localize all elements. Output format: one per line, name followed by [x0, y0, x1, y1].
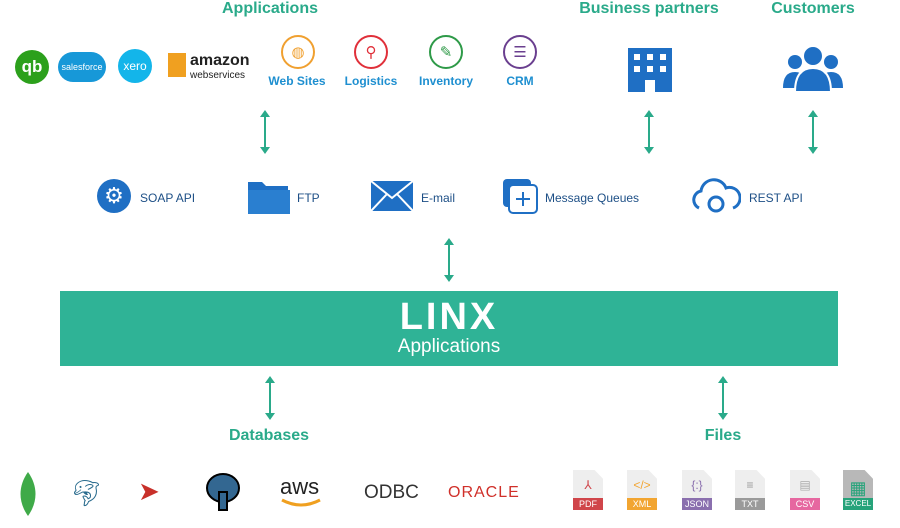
- odbc-logo: ODBC: [364, 482, 419, 503]
- cloud-sync-icon: [692, 178, 741, 213]
- clipboard-edit-icon: ✎: [429, 35, 463, 69]
- aws-logo: aws: [280, 474, 320, 499]
- arrow-applications: [260, 110, 270, 154]
- business-partners-heading: Business partners: [579, 0, 719, 17]
- linx-subtitle: Applications: [397, 336, 501, 357]
- add-message-icon: [503, 179, 538, 214]
- protocol-rest-api: REST API: [749, 191, 803, 205]
- sql-server-icon: ➤: [138, 476, 160, 506]
- postgresql-icon: [206, 473, 240, 511]
- file-label: CSV: [790, 498, 820, 510]
- excel-file-icon: ▦ EXCEL: [843, 470, 873, 510]
- amazon-logo-sub: webservices: [190, 70, 246, 81]
- app-label: Web Sites: [268, 74, 326, 88]
- oracle-logo: ORACLE: [448, 484, 520, 501]
- building-icon: [628, 48, 672, 92]
- arrow-files: [718, 376, 728, 420]
- app-label: CRM: [506, 74, 534, 88]
- location-pin-icon: ⚲: [354, 35, 388, 69]
- protocol-message-queues: Message Queues: [545, 191, 640, 205]
- amazon-boxes-icon: [168, 53, 186, 77]
- app-label: Logistics: [344, 74, 398, 88]
- linx-logo: LINX: [399, 296, 499, 338]
- csv-file-icon: ▤ CSV: [790, 470, 820, 510]
- arrow-business-partners: [644, 110, 654, 154]
- protocol-soap-api: SOAP API: [140, 191, 196, 205]
- file-glyph: </>: [633, 478, 651, 492]
- aws-smile-icon: [281, 498, 321, 507]
- file-label: PDF: [573, 498, 603, 510]
- applications-heading: Applications: [221, 0, 319, 17]
- mongodb-icon: [20, 472, 36, 516]
- protocol-email: E-mail: [421, 191, 456, 205]
- linx-applications-bar: LINX Applications: [60, 291, 838, 366]
- document-list-icon: ☰: [503, 35, 537, 69]
- arrow-databases: [265, 376, 275, 420]
- databases-heading: Databases: [228, 427, 310, 444]
- xero-logo: xero: [118, 49, 152, 83]
- salesforce-logo: salesforce: [58, 52, 106, 82]
- file-glyph: ▦: [849, 478, 867, 498]
- txt-file-icon: ≡ TXT: [735, 470, 765, 510]
- pdf-file-icon: ⅄ PDF: [573, 470, 603, 510]
- customers-heading: Customers: [771, 0, 855, 17]
- files-heading: Files: [704, 427, 742, 444]
- xml-file-icon: </> XML: [627, 470, 657, 510]
- arrow-protocols: [444, 238, 454, 282]
- gear-globe-icon: ⚙: [97, 179, 131, 213]
- file-label: TXT: [735, 498, 765, 510]
- json-file-icon: {:} JSON: [682, 470, 712, 510]
- mysql-icon: 🐬︎: [70, 478, 104, 508]
- file-glyph: ▤: [799, 478, 811, 492]
- file-label: XML: [627, 498, 657, 510]
- file-glyph: ≡: [746, 478, 754, 492]
- customers-group-icon: [783, 45, 843, 92]
- protocol-ftp: FTP: [297, 191, 320, 205]
- arrow-customers: [808, 110, 818, 154]
- file-glyph: {:}: [691, 478, 703, 492]
- globe-icon: ◍: [281, 35, 315, 69]
- folder-icon: [248, 182, 290, 214]
- file-glyph: ⅄: [584, 478, 592, 492]
- file-label: EXCEL: [843, 498, 873, 510]
- quickbooks-logo: qb: [15, 50, 49, 84]
- amazon-logo: amazon: [190, 52, 250, 69]
- file-label: JSON: [682, 498, 712, 510]
- envelope-icon: [371, 181, 413, 211]
- app-label: Inventory: [418, 74, 474, 88]
